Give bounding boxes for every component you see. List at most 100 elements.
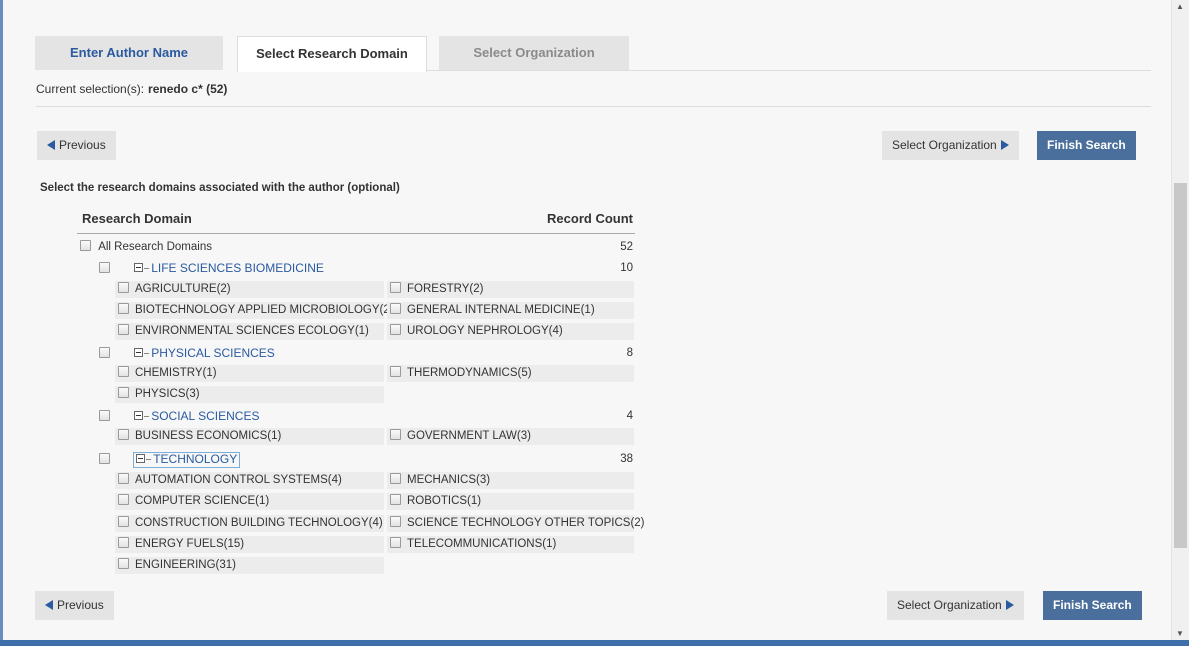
- current-selection-value: renedo c* (52): [148, 82, 228, 96]
- domain-label: TELECOMMUNICATIONS(1): [407, 538, 557, 550]
- tree-row-category: TECHNOLOGY 38: [99, 450, 633, 468]
- domain-item[interactable]: BIOTECHNOLOGY APPLIED MICROBIOLOGY(2): [115, 302, 394, 319]
- checkbox-domain[interactable]: [118, 429, 129, 440]
- checkbox-domain[interactable]: [390, 282, 401, 293]
- domain-label: UROLOGY NEPHROLOGY(4): [407, 325, 563, 337]
- finish-search-button-top[interactable]: Finish Search: [1037, 131, 1136, 160]
- divider: [36, 106, 1151, 107]
- domain-item[interactable]: FORESTRY(2): [387, 281, 634, 298]
- domain-item[interactable]: PHYSICS(3): [115, 386, 384, 403]
- select-organization-button-bottom[interactable]: Select Organization: [887, 591, 1024, 620]
- checkbox-category[interactable]: [99, 453, 110, 464]
- domain-label: CHEMISTRY(1): [135, 367, 217, 379]
- finish-search-button-bottom[interactable]: Finish Search: [1043, 591, 1142, 620]
- category-label[interactable]: LIFE SCIENCES BIOMEDICINE: [151, 261, 324, 275]
- domain-item[interactable]: AGRICULTURE(2): [115, 281, 384, 298]
- tree-connector: [144, 268, 150, 269]
- domain-label: PHYSICS(3): [135, 388, 200, 400]
- domain-label: ENERGY FUELS(15): [135, 538, 245, 550]
- category-toggle[interactable]: PHYSICAL SCIENCES: [134, 346, 275, 360]
- domain-item[interactable]: THERMODYNAMICS(5): [387, 365, 634, 382]
- checkbox-domain[interactable]: [118, 387, 129, 398]
- category-label[interactable]: TECHNOLOGY: [153, 452, 237, 466]
- arrow-right-icon: [1000, 140, 1009, 150]
- domain-label: BUSINESS ECONOMICS(1): [135, 430, 282, 442]
- checkbox-category[interactable]: [99, 347, 110, 358]
- checkbox-domain[interactable]: [118, 303, 129, 314]
- vertical-scrollbar[interactable]: ▲ ▼: [1171, 0, 1189, 640]
- checkbox-domain[interactable]: [390, 324, 401, 335]
- checkbox-domain[interactable]: [390, 429, 401, 440]
- domain-label: SCIENCE TECHNOLOGY OTHER TOPICS(2): [407, 517, 645, 529]
- domain-item[interactable]: ROBOTICS(1): [387, 493, 634, 510]
- checkbox-domain[interactable]: [118, 366, 129, 377]
- arrow-right-icon: [1005, 600, 1014, 610]
- record-count: 10: [620, 262, 633, 274]
- scroll-up-icon[interactable]: ▲: [1176, 2, 1184, 11]
- domain-item[interactable]: ENVIRONMENTAL SCIENCES ECOLOGY(1): [115, 323, 384, 340]
- column-header-record-count: Record Count: [547, 211, 633, 226]
- select-organization-label: Select Organization: [897, 598, 1002, 612]
- checkbox-domain[interactable]: [118, 494, 129, 505]
- domain-item[interactable]: ENERGY FUELS(15): [115, 536, 384, 553]
- domain-label: MECHANICS(3): [407, 474, 491, 486]
- checkbox-domain[interactable]: [118, 473, 129, 484]
- arrow-left-icon: [47, 140, 55, 150]
- checkbox-domain[interactable]: [118, 537, 129, 548]
- checkbox-domain[interactable]: [118, 282, 129, 293]
- previous-button-top[interactable]: Previous: [37, 131, 116, 160]
- domain-item[interactable]: GENERAL INTERNAL MEDICINE(1): [387, 302, 634, 319]
- category-toggle[interactable]: TECHNOLOGY: [133, 452, 241, 468]
- tree-row-category: PHYSICAL SCIENCES 8: [99, 344, 633, 362]
- tree-row-category: LIFE SCIENCES BIOMEDICINE 10: [99, 259, 633, 277]
- checkbox-domain[interactable]: [118, 558, 129, 569]
- checkbox-domain[interactable]: [390, 537, 401, 548]
- checkbox-domain[interactable]: [390, 494, 401, 505]
- category-label[interactable]: PHYSICAL SCIENCES: [151, 346, 275, 360]
- checkbox-domain[interactable]: [118, 516, 129, 527]
- previous-button-bottom[interactable]: Previous: [35, 591, 114, 620]
- header-underline: [77, 233, 635, 234]
- previous-label: Previous: [59, 138, 106, 152]
- category-toggle[interactable]: SOCIAL SCIENCES: [134, 409, 259, 423]
- domain-item[interactable]: BUSINESS ECONOMICS(1): [115, 428, 384, 445]
- arrow-left-icon: [45, 600, 53, 610]
- checkbox-domain[interactable]: [118, 324, 129, 335]
- checkbox-domain[interactable]: [390, 473, 401, 484]
- tree-connector: [144, 353, 150, 354]
- domain-item[interactable]: CONSTRUCTION BUILDING TECHNOLOGY(4): [115, 515, 384, 532]
- domain-item[interactable]: UROLOGY NEPHROLOGY(4): [387, 323, 634, 340]
- collapse-icon[interactable]: [136, 454, 146, 463]
- domain-item[interactable]: COMPUTER SCIENCE(1): [115, 493, 384, 510]
- domain-item[interactable]: SCIENCE TECHNOLOGY OTHER TOPICS(2): [387, 515, 645, 532]
- domain-label: AGRICULTURE(2): [135, 283, 231, 295]
- collapse-icon[interactable]: [134, 263, 144, 272]
- column-header-research-domain: Research Domain: [82, 211, 192, 226]
- checkbox-all-research-domains[interactable]: [80, 240, 91, 251]
- domain-item[interactable]: AUTOMATION CONTROL SYSTEMS(4): [115, 472, 384, 489]
- tab-select-research-domain[interactable]: Select Research Domain: [237, 36, 427, 72]
- checkbox-domain[interactable]: [390, 516, 401, 527]
- scrollbar-thumb[interactable]: [1174, 183, 1187, 548]
- domain-item[interactable]: TELECOMMUNICATIONS(1): [387, 536, 634, 553]
- tab-enter-author-name[interactable]: Enter Author Name: [35, 36, 223, 70]
- domain-item[interactable]: CHEMISTRY(1): [115, 365, 384, 382]
- record-count: 52: [620, 241, 633, 253]
- category-label[interactable]: SOCIAL SCIENCES: [151, 409, 259, 423]
- category-toggle[interactable]: LIFE SCIENCES BIOMEDICINE: [134, 261, 324, 275]
- instruction-text: Select the research domains associated w…: [40, 182, 400, 194]
- select-organization-button-top[interactable]: Select Organization: [882, 131, 1019, 160]
- domain-label: CONSTRUCTION BUILDING TECHNOLOGY(4): [135, 517, 383, 529]
- collapse-icon[interactable]: [134, 411, 144, 420]
- tab-select-organization[interactable]: Select Organization: [439, 36, 629, 70]
- collapse-icon[interactable]: [134, 348, 144, 357]
- domain-item[interactable]: GOVERNMENT LAW(3): [387, 428, 634, 445]
- checkbox-category[interactable]: [99, 262, 110, 273]
- scroll-down-icon[interactable]: ▼: [1176, 629, 1184, 638]
- checkbox-domain[interactable]: [390, 366, 401, 377]
- domain-item[interactable]: ENGINEERING(31): [115, 557, 384, 574]
- current-selection-label: Current selection(s):: [36, 82, 145, 96]
- checkbox-category[interactable]: [99, 410, 110, 421]
- checkbox-domain[interactable]: [390, 303, 401, 314]
- domain-item[interactable]: MECHANICS(3): [387, 472, 634, 489]
